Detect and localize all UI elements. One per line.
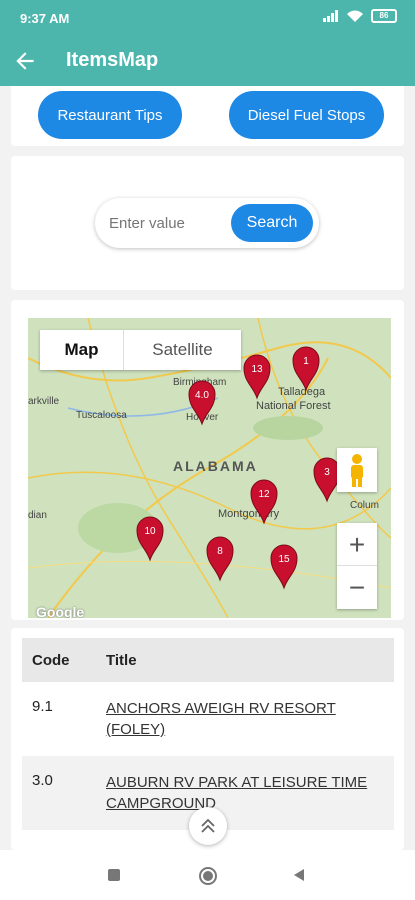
back-icon[interactable] [292, 868, 306, 882]
map-marker-label: 3 [324, 467, 330, 478]
row-title-link[interactable]: ANCHORS AWEIGH RV RESORT (FOLEY) [106, 700, 336, 738]
map-marker-8[interactable]: 8 [206, 536, 234, 582]
search-box: Search [95, 198, 319, 248]
scroll-to-top-button[interactable] [189, 807, 227, 845]
map-type-map-button[interactable]: Map [40, 330, 124, 370]
map-marker-label: 8 [217, 546, 223, 557]
signal-icon [323, 10, 338, 22]
page-title: ItemsMap [66, 49, 159, 71]
items-table: Code Title 9.1 ANCHORS AWEIGH RV RESORT … [22, 638, 394, 830]
map-view[interactable]: Birmingham Talladega National Forest Tus… [28, 318, 391, 618]
filter-card: Restaurant Tips Diesel Fuel Stops [11, 86, 404, 146]
street-view-pegman-icon[interactable] [337, 448, 377, 492]
map-marker-10[interactable]: 10 [136, 516, 164, 562]
wifi-icon [347, 10, 363, 22]
status-time: 9:37 AM [20, 11, 70, 26]
diesel-fuel-stops-button[interactable]: Diesel Fuel Stops [229, 91, 384, 139]
recents-icon[interactable] [107, 868, 121, 882]
column-header-code: Code [22, 638, 106, 682]
map-marker-label: 15 [278, 554, 290, 565]
table-header-row: Code Title [22, 638, 394, 682]
map-marker-12[interactable]: 12 [250, 479, 278, 525]
map-type-satellite-button[interactable]: Satellite [124, 330, 241, 370]
map-type-toggle: Map Satellite [40, 330, 241, 370]
map-marker-15[interactable]: 15 [270, 544, 298, 590]
map-marker-13[interactable]: 13 [243, 354, 271, 400]
double-chevron-up-icon [201, 818, 215, 833]
map-marker-label: 10 [144, 526, 156, 537]
status-bar: 9:37 AM 86 [0, 0, 415, 36]
back-arrow-icon[interactable] [12, 48, 38, 74]
row-title-link[interactable]: AUBURN RV PARK AT LEISURE TIME CAMPGROUN… [106, 774, 367, 812]
map-marker-label: 12 [258, 489, 270, 500]
app-bar: ItemsMap [0, 36, 415, 86]
zoom-controls: + − [337, 523, 377, 609]
table-row: 9.1 ANCHORS AWEIGH RV RESORT (FOLEY) [22, 682, 394, 756]
map-marker-label: 13 [251, 364, 263, 375]
system-nav-bar [0, 850, 415, 900]
map-marker-label: 1 [303, 356, 309, 367]
map-marker-label: 4.0 [195, 390, 209, 401]
row-code: 3.0 [22, 756, 106, 830]
search-input[interactable] [109, 212, 229, 234]
restaurant-tips-button[interactable]: Restaurant Tips [38, 91, 182, 139]
search-button[interactable]: Search [231, 204, 313, 242]
battery-icon: 86 [371, 9, 397, 23]
row-code: 9.1 [32, 698, 53, 715]
map-marker-4.0[interactable]: 4.0 [188, 380, 216, 426]
home-icon[interactable] [198, 866, 218, 886]
map-marker-1[interactable]: 1 [292, 346, 320, 392]
zoom-out-button[interactable]: − [337, 566, 377, 609]
zoom-in-button[interactable]: + [337, 523, 377, 566]
column-header-title: Title [106, 638, 394, 682]
